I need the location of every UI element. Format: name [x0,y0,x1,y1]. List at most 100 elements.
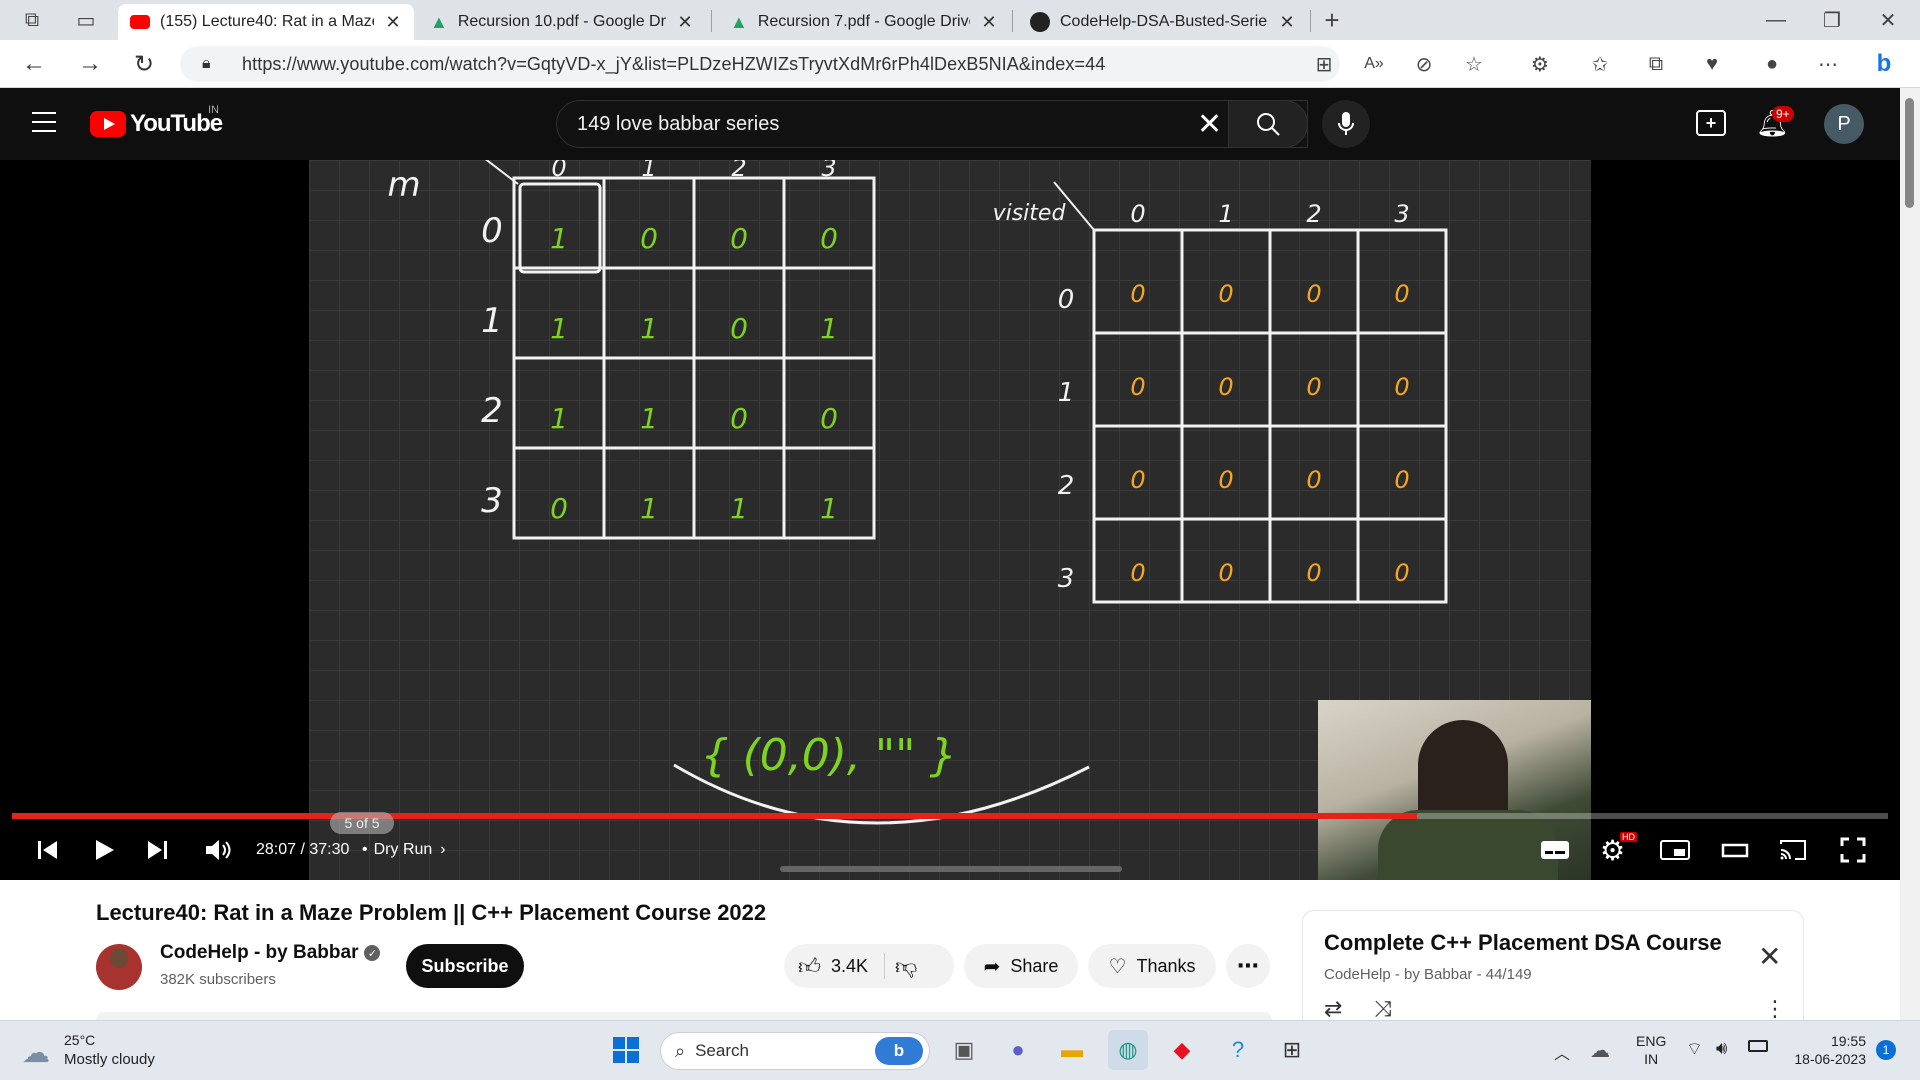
get-help-icon[interactable]: ? [1218,1030,1258,1070]
app-red-icon[interactable]: ◆ [1162,1030,1202,1070]
thanks-button[interactable]: ♡ Thanks [1088,944,1216,988]
tab-actions-icon[interactable]: ▭ [70,4,102,36]
weather-cloud-icon[interactable]: ☁ [22,1036,50,1069]
battery-icon[interactable] [1748,1040,1768,1052]
close-window-icon[interactable]: ✕ [1872,4,1904,36]
task-view-icon[interactable]: ▣ [944,1030,984,1070]
apps-icon[interactable]: ⊞ [1308,48,1340,80]
tab-drive-7[interactable]: ▲ Recursion 7.pdf - Google Drive ✕ [718,4,1010,40]
bing-chat-icon[interactable]: b [875,1037,923,1065]
visited-cell-value: 0 [1130,466,1145,494]
favorite-star-icon[interactable]: ☆ [1458,48,1490,80]
share-button[interactable]: ➦ Share [964,944,1078,988]
more-menu-icon[interactable]: ⋯ [1812,48,1844,80]
close-tab-icon[interactable]: ✕ [676,12,694,33]
visited-cell-value: 0 [1306,280,1321,308]
menu-icon[interactable] [32,112,56,132]
show-hidden-icons-chevron-icon[interactable]: ︿ [1554,1040,1570,1064]
restore-icon[interactable]: ❐ [1816,4,1848,36]
channel-avatar[interactable] [96,944,142,990]
profile-icon[interactable]: ● [1756,48,1788,80]
playlist-title[interactable]: Complete C++ Placement DSA Course [1324,930,1722,956]
tracking-icon[interactable]: ⊘ [1408,48,1440,80]
close-tab-icon[interactable]: ✕ [384,12,402,33]
tab-youtube[interactable]: (155) Lecture40: Rat in a Maze Pr ✕ [118,4,414,40]
windows-start-icon[interactable] [606,1030,646,1070]
new-tab-icon[interactable]: + [1316,4,1348,36]
voice-search-button[interactable] [1322,100,1370,148]
search-input[interactable]: 149 love babbar series ✕ [556,100,1308,148]
maze-row-header: 0 [481,211,503,251]
clear-search-icon[interactable]: ✕ [1197,107,1222,142]
youtube-logo[interactable]: YouTube [90,110,223,138]
teams-icon[interactable]: ● [998,1030,1038,1070]
scrollbar[interactable] [1900,88,1920,1020]
health-icon[interactable]: ♥ [1696,48,1728,80]
fullscreen-icon[interactable] [1840,832,1866,868]
maze-cell-value: 1 [820,312,838,345]
visited-col-header: 2 [1306,200,1321,228]
account-avatar[interactable]: P [1824,104,1864,144]
taskbar-search-label: Search [695,1041,749,1060]
maze-cell-value: 1 [730,492,748,525]
back-icon[interactable]: ← [18,48,50,80]
speaker-icon[interactable]: 🔊︎ [1716,1038,1727,1059]
tab-separator [1012,10,1013,32]
volume-icon[interactable] [204,832,232,868]
share-label: Share [1010,955,1059,976]
weather-temp[interactable]: 25°C [64,1032,95,1048]
refresh-icon[interactable]: ↻ [128,48,160,80]
favorites-icon[interactable]: ✩ [1584,48,1616,80]
bing-icon[interactable]: b [1868,48,1900,80]
workspaces-icon[interactable]: ⧉ [16,4,48,36]
edge-icon[interactable]: ◍ [1108,1030,1148,1070]
loop-icon[interactable]: ⇄ [1324,996,1342,1022]
close-tab-icon[interactable]: ✕ [980,12,998,33]
miniplayer-icon[interactable] [1660,832,1690,868]
wifi-icon[interactable]: ⌔ [1686,1038,1703,1061]
address-bar[interactable]: 🔒︎ https://www.youtube.com/watch?v=GqtyV… [180,46,1340,82]
store-icon[interactable]: ⊞ [1272,1030,1312,1070]
read-aloud-icon[interactable]: A» [1358,48,1390,80]
visited-cell-value: 0 [1218,373,1233,401]
taskbar-search[interactable]: ⌕ Search b [660,1032,930,1070]
previous-icon[interactable] [36,832,60,868]
like-count: 3.4K [831,955,869,976]
shuffle-icon[interactable]: ⤨ [1374,996,1392,1022]
subscribe-button[interactable]: Subscribe [406,944,524,988]
theater-mode-icon[interactable] [1720,832,1750,868]
close-playlist-icon[interactable]: ✕ [1758,940,1781,973]
maze-cell-value: 1 [550,312,568,345]
create-video-icon[interactable]: + [1696,110,1726,136]
weather-description[interactable]: Mostly cloudy [64,1051,155,1068]
cast-icon[interactable] [1778,832,1808,868]
horizontal-scroll-indicator[interactable] [780,866,1122,872]
onedrive-cloud-icon[interactable]: ☁ [1590,1038,1610,1063]
share-icon: ➦ [983,955,1001,978]
close-tab-icon[interactable]: ✕ [1278,12,1296,33]
thumbs-down-icon[interactable]: 👎︎ [895,953,917,980]
file-explorer-icon[interactable]: ▬ [1052,1030,1092,1070]
chapter-button[interactable]: • Dry Run › [362,832,446,868]
language-indicator[interactable]: ENG IN [1636,1032,1666,1068]
playlist-menu-icon[interactable]: ⋮ [1764,996,1786,1022]
minimize-icon[interactable]: — [1760,4,1792,36]
subtitles-icon[interactable] [1540,832,1570,868]
channel-name-row[interactable]: CodeHelp - by Babbar ✓ [160,942,381,964]
next-icon[interactable] [146,832,170,868]
search-button[interactable] [1228,100,1308,148]
extensions-icon[interactable]: ⚙ [1524,48,1556,80]
tab-github[interactable]: CodeHelp-DSA-Busted-Series/Le ✕ [1018,4,1308,40]
tab-drive-10[interactable]: ▲ Recursion 10.pdf - Google Drive ✕ [418,4,706,40]
forward-icon[interactable]: → [74,48,106,80]
notification-count-badge[interactable]: 1 [1876,1040,1896,1060]
maze-cell-value: 1 [820,492,838,525]
visited-cell-value: 0 [1394,466,1409,494]
collections-icon[interactable]: ⧉ [1640,48,1672,80]
clock[interactable]: 19:55 18-06-2023 [1788,1032,1866,1068]
more-actions-icon[interactable]: ⋯ [1226,944,1270,988]
play-icon[interactable] [92,832,116,868]
like-button[interactable]: 👍︎ 3.4K [798,953,868,980]
visited-cell-value: 0 [1394,280,1409,308]
visited-cell-value: 0 [1306,373,1321,401]
